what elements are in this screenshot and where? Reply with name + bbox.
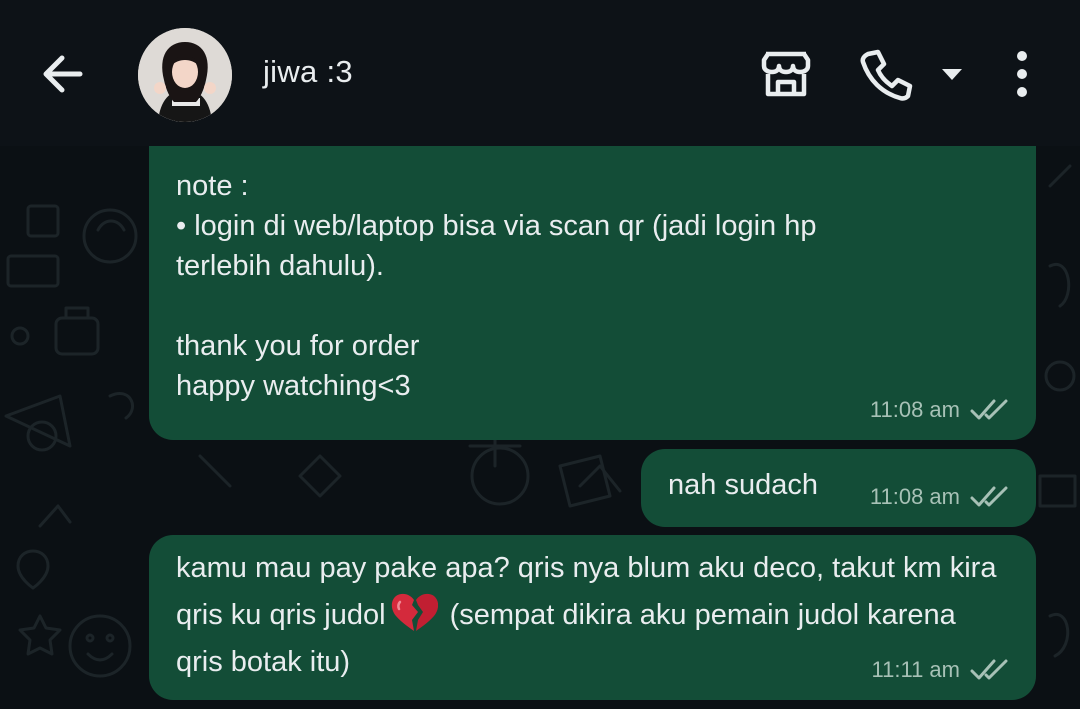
message-bubble-outgoing[interactable]: note : • login di web/laptop bisa via sc… <box>149 146 1036 440</box>
message-text: note : • login di web/laptop bisa via sc… <box>176 170 817 402</box>
message-meta: 11:08 am <box>870 477 1012 517</box>
back-button[interactable] <box>36 48 92 100</box>
caret-down-icon <box>942 69 962 80</box>
message-time: 11:08 am <box>869 484 960 509</box>
voice-call-button[interactable] <box>858 46 914 102</box>
read-ticks-icon <box>970 486 1008 507</box>
back-arrow-icon <box>43 55 83 93</box>
read-ticks-icon <box>970 399 1008 420</box>
message-bubble-outgoing[interactable]: nah sudach 11:08 am <box>641 449 1036 527</box>
shop-icon <box>761 51 811 97</box>
message-meta: 11:08 am <box>870 390 1012 430</box>
avatar[interactable] <box>138 28 232 122</box>
chat-header: jiwa :3 <box>0 0 1080 146</box>
message-time: 11:08 am <box>869 397 960 422</box>
more-options-button[interactable] <box>1004 46 1040 102</box>
more-vertical-icon <box>1017 51 1027 97</box>
catalog-button[interactable] <box>758 48 814 100</box>
read-ticks-icon <box>970 659 1008 680</box>
call-options-dropdown[interactable] <box>938 62 966 86</box>
phone-icon <box>860 49 913 101</box>
message-meta: 11:11 am <box>872 650 1012 690</box>
message-text: nah sudach <box>668 469 818 501</box>
message-bubble-outgoing[interactable]: kamu mau pay pake apa? qris nya blum aku… <box>149 535 1036 700</box>
chat-area[interactable]: note : • login di web/laptop bisa via sc… <box>0 146 1080 709</box>
message-time: 11:11 am <box>871 657 960 682</box>
broken-heart-icon <box>391 593 438 631</box>
contact-name[interactable]: jiwa :3 <box>263 54 353 90</box>
